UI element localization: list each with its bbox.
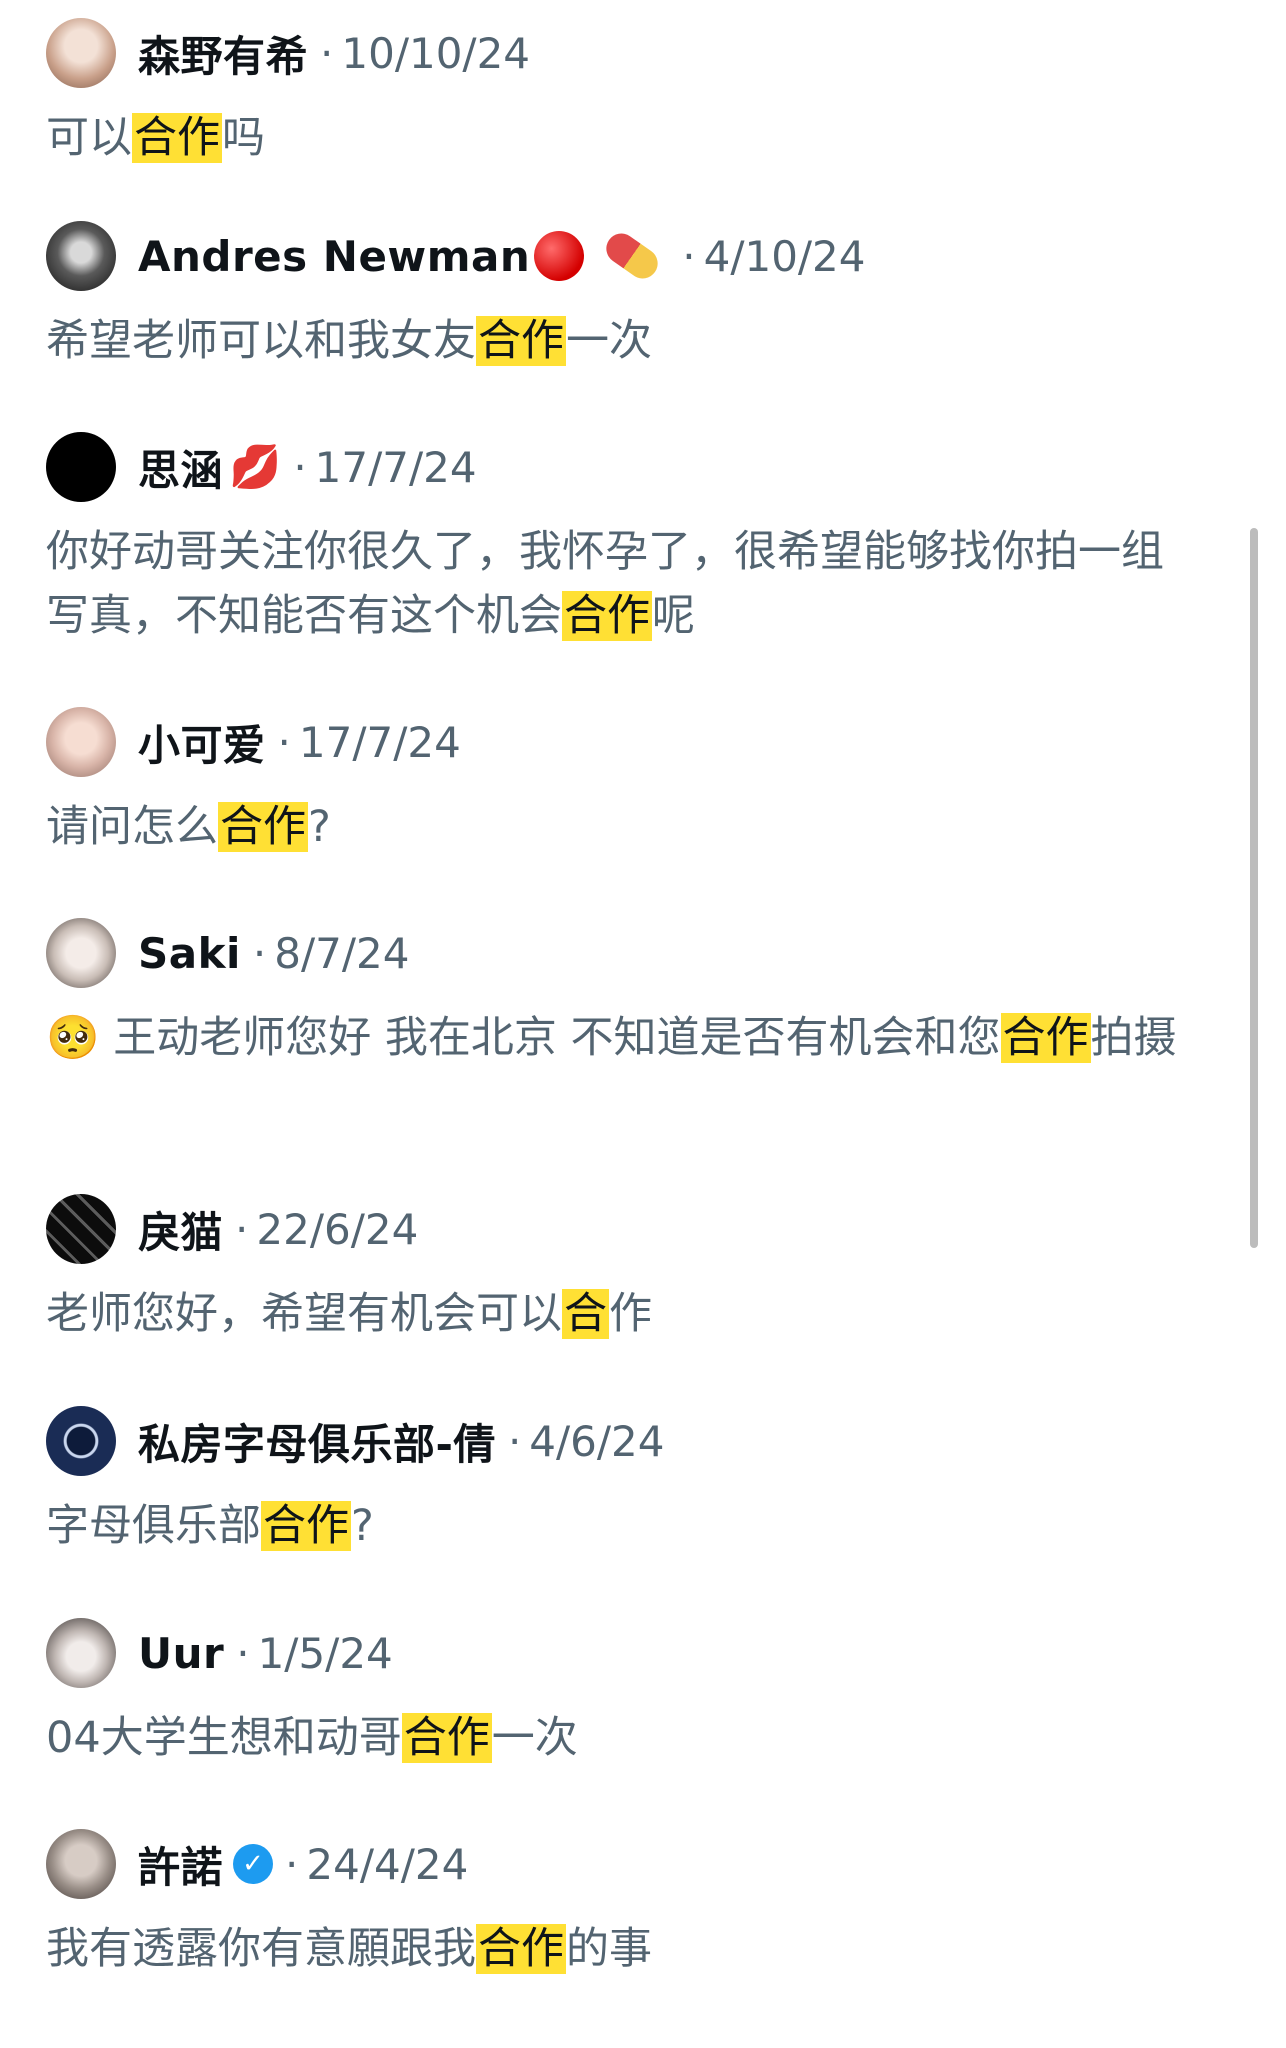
comment-text-part: ? [351, 1501, 374, 1551]
user-avatar[interactable] [46, 432, 116, 502]
highlighted-keyword: 合作 [261, 1501, 351, 1551]
comment-text-part: 字母俱乐部 [46, 1501, 261, 1551]
user-avatar[interactable] [46, 1194, 116, 1264]
separator-dot: · [320, 28, 334, 78]
highlighted-keyword: 合作 [476, 316, 566, 366]
separator-dot: · [507, 1416, 522, 1466]
comment-text-part: 希望老师可以和我女友 [46, 316, 476, 366]
user-avatar[interactable] [46, 1406, 116, 1476]
comment-header: 許諾 ✓ · 24/4/24 [46, 1829, 468, 1899]
comment-text-part: 呢 [652, 591, 695, 641]
comment-text: 你好动哥关注你很久了，我怀孕了，很希望能够找你拍一组写真，不知能否有这个机会合作… [46, 520, 1206, 648]
lips-icon: 💋 [229, 442, 282, 491]
user-avatar[interactable] [46, 221, 116, 291]
vertical-scrollbar[interactable] [1250, 528, 1258, 1248]
post-date[interactable]: 10/10/24 [341, 29, 530, 78]
highlighted-keyword: 合作 [476, 1924, 566, 1974]
highlighted-keyword: 合作 [401, 1713, 492, 1763]
highlighted-keyword: 合作 [562, 591, 652, 641]
separator-dot: · [682, 231, 696, 281]
separator-dot: · [252, 928, 267, 978]
pill-icon [600, 227, 664, 285]
comment-text-part: 可以 [46, 113, 132, 163]
comment-header: 戾猫 · 22/6/24 [46, 1194, 418, 1264]
comment-text-part: 我有透露你有意願跟我 [46, 1924, 476, 1974]
comment-header: 私房字母俱乐部-倩 · 4/6/24 [46, 1406, 664, 1476]
post-date[interactable]: 24/4/24 [306, 1840, 468, 1889]
comment-text: 可以合作吗 [46, 106, 1206, 170]
user-avatar[interactable] [46, 1618, 116, 1688]
post-date[interactable]: 17/7/24 [315, 443, 477, 492]
separator-dot: · [293, 442, 307, 492]
comment-text-part: 一次 [491, 1713, 578, 1763]
comment-text-part: 04大学生想和动哥 [46, 1713, 402, 1763]
comment-header: 小可爱 · 17/7/24 [46, 707, 461, 777]
separator-dot: · [236, 1628, 250, 1678]
comment-text: 字母俱乐部合作? [46, 1494, 1206, 1558]
username[interactable]: 森野有希 [138, 23, 308, 84]
post-date[interactable]: 1/5/24 [258, 1629, 393, 1678]
highlighted-keyword: 合 [562, 1289, 609, 1339]
separator-dot: · [235, 1204, 249, 1254]
separator-dot: · [277, 717, 291, 767]
comment-text: 我有透露你有意願跟我合作的事 [46, 1917, 1206, 1981]
highlighted-keyword: 合作 [218, 802, 308, 852]
comment-text: 请问怎么合作? [46, 795, 1206, 859]
username[interactable]: 思涵 [138, 437, 223, 498]
post-date[interactable]: 4/6/24 [529, 1417, 664, 1466]
comment-header: Uur · 1/5/24 [46, 1618, 393, 1688]
post-date[interactable]: 4/10/24 [704, 232, 866, 281]
highlighted-keyword: 合作 [132, 113, 222, 163]
comment-text-part: 作 [609, 1289, 652, 1339]
post-date[interactable]: 22/6/24 [256, 1205, 418, 1254]
highlighted-keyword: 合作 [1000, 1013, 1091, 1063]
comment-text: 老师您好，希望有机会可以合作 [46, 1282, 1206, 1346]
user-avatar[interactable] [46, 18, 116, 88]
post-date[interactable]: 8/7/24 [274, 929, 409, 978]
username[interactable]: Andres Newman [138, 232, 530, 281]
comment-text-part: 的事 [566, 1924, 652, 1974]
red-circle-icon [534, 231, 585, 281]
user-avatar[interactable] [46, 707, 116, 777]
comment-text-part: 一次 [566, 316, 652, 366]
separator-dot: · [285, 1839, 299, 1889]
comment-header: 森野有希 · 10/10/24 [46, 18, 530, 88]
username[interactable]: 小可爱 [138, 712, 266, 773]
username[interactable]: 戾猫 [138, 1199, 223, 1260]
username[interactable]: 私房字母俱乐部-倩 [138, 1411, 496, 1472]
username[interactable]: 許諾 [138, 1834, 223, 1895]
post-date[interactable]: 17/7/24 [299, 718, 461, 767]
user-avatar[interactable] [46, 1829, 116, 1899]
comment-text-part: 拍摄 [1090, 1013, 1177, 1063]
comment-text: 04大学生想和动哥合作一次 [46, 1706, 1206, 1770]
comment-text-part: 请问怎么 [46, 802, 218, 852]
comment-text-part: ? [308, 802, 331, 852]
username[interactable]: Uur [138, 1629, 224, 1678]
user-avatar[interactable] [46, 918, 116, 988]
comment-text: 🥺 王动老师您好 我在北京 不知道是否有机会和您合作拍摄 [46, 1006, 1206, 1070]
comment-header: Andres Newman · 4/10/24 [46, 221, 866, 291]
comment-text-part: 吗 [222, 113, 265, 163]
verified-badge-icon: ✓ [233, 1844, 274, 1884]
comment-text: 希望老师可以和我女友合作一次 [46, 309, 1206, 373]
comment-text-part: 🥺 王动老师您好 我在北京 不知道是否有机会和您 [46, 1013, 1001, 1063]
username[interactable]: Saki [138, 929, 241, 978]
comment-header: Saki · 8/7/24 [46, 918, 409, 988]
comment-text-part: 老师您好，希望有机会可以 [46, 1289, 562, 1339]
comment-header: 思涵 💋 · 17/7/24 [46, 432, 477, 502]
